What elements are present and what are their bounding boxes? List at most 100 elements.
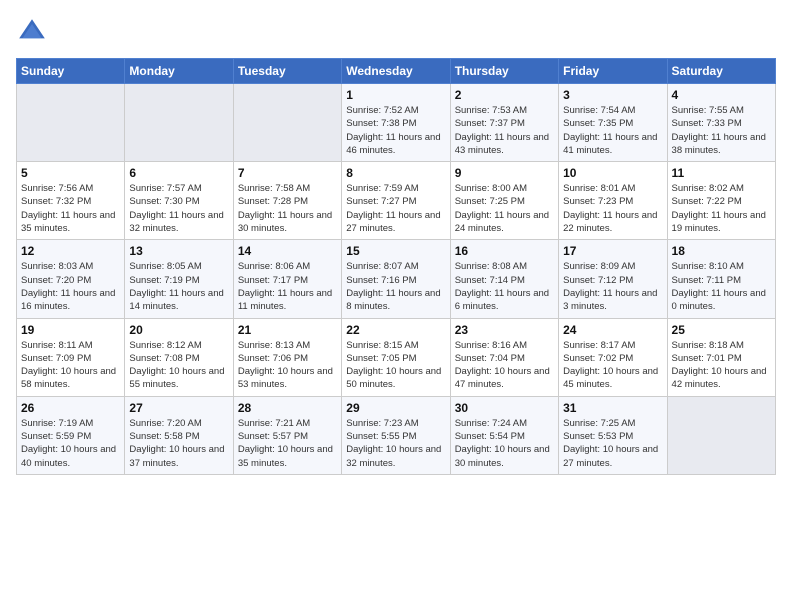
day-number: 18 [672, 244, 771, 258]
day-info: Sunrise: 7:25 AMSunset: 5:53 PMDaylight:… [563, 417, 662, 470]
logo-icon [16, 16, 48, 48]
weekday-header-sunday: Sunday [17, 59, 125, 84]
week-row-2: 5 Sunrise: 7:56 AMSunset: 7:32 PMDaylight… [17, 162, 776, 240]
day-number: 3 [563, 88, 662, 102]
calendar-cell: 4 Sunrise: 7:55 AMSunset: 7:33 PMDaylight… [667, 84, 775, 162]
calendar-cell: 30 Sunrise: 7:24 AMSunset: 5:54 PMDayligh… [450, 396, 558, 474]
day-number: 23 [455, 323, 554, 337]
calendar-cell: 16 Sunrise: 8:08 AMSunset: 7:14 PMDayligh… [450, 240, 558, 318]
day-number: 27 [129, 401, 228, 415]
day-info: Sunrise: 7:20 AMSunset: 5:58 PMDaylight:… [129, 417, 228, 470]
day-number: 30 [455, 401, 554, 415]
week-row-3: 12 Sunrise: 8:03 AMSunset: 7:20 PMDayligh… [17, 240, 776, 318]
day-number: 8 [346, 166, 445, 180]
weekday-header-monday: Monday [125, 59, 233, 84]
day-number: 13 [129, 244, 228, 258]
day-info: Sunrise: 7:23 AMSunset: 5:55 PMDaylight:… [346, 417, 445, 470]
day-info: Sunrise: 8:03 AMSunset: 7:20 PMDaylight:… [21, 260, 120, 313]
day-info: Sunrise: 7:19 AMSunset: 5:59 PMDaylight:… [21, 417, 120, 470]
day-number: 20 [129, 323, 228, 337]
calendar-cell: 3 Sunrise: 7:54 AMSunset: 7:35 PMDaylight… [559, 84, 667, 162]
day-number: 24 [563, 323, 662, 337]
calendar-cell: 15Sunrise: 8:07 AMSunset: 7:16 PMDayligh… [342, 240, 450, 318]
calendar-cell: 28 Sunrise: 7:21 AMSunset: 5:57 PMDayligh… [233, 396, 341, 474]
calendar-cell: 29 Sunrise: 7:23 AMSunset: 5:55 PMDayligh… [342, 396, 450, 474]
calendar-cell: 12 Sunrise: 8:03 AMSunset: 7:20 PMDayligh… [17, 240, 125, 318]
weekday-header-thursday: Thursday [450, 59, 558, 84]
day-number: 12 [21, 244, 120, 258]
day-info: Sunrise: 8:01 AMSunset: 7:23 PMDaylight:… [563, 182, 662, 235]
day-info: Sunrise: 7:55 AMSunset: 7:33 PMDaylight:… [672, 104, 771, 157]
calendar-cell: 1 Sunrise: 7:52 AMSunset: 7:38 PMDaylight… [342, 84, 450, 162]
day-number: 2 [455, 88, 554, 102]
calendar-cell: 13Sunrise: 8:05 AMSunset: 7:19 PMDayligh… [125, 240, 233, 318]
day-number: 11 [672, 166, 771, 180]
logo [16, 16, 52, 48]
day-info: Sunrise: 8:07 AMSunset: 7:16 PMDaylight:… [346, 260, 445, 313]
weekday-header-friday: Friday [559, 59, 667, 84]
calendar-cell: 18 Sunrise: 8:10 AMSunset: 7:11 PMDayligh… [667, 240, 775, 318]
day-number: 14 [238, 244, 337, 258]
weekday-header-row: SundayMondayTuesdayWednesdayThursdayFrid… [17, 59, 776, 84]
day-number: 21 [238, 323, 337, 337]
weekday-header-wednesday: Wednesday [342, 59, 450, 84]
calendar-cell: 21 Sunrise: 8:13 AMSunset: 7:06 PMDayligh… [233, 318, 341, 396]
calendar-cell: 24 Sunrise: 8:17 AMSunset: 7:02 PMDayligh… [559, 318, 667, 396]
day-number: 6 [129, 166, 228, 180]
day-info: Sunrise: 8:16 AMSunset: 7:04 PMDaylight:… [455, 339, 554, 392]
day-number: 19 [21, 323, 120, 337]
day-info: Sunrise: 8:11 AMSunset: 7:09 PMDaylight:… [21, 339, 120, 392]
day-number: 26 [21, 401, 120, 415]
day-info: Sunrise: 8:06 AMSunset: 7:17 PMDaylight:… [238, 260, 337, 313]
calendar-cell: 25 Sunrise: 8:18 AMSunset: 7:01 PMDayligh… [667, 318, 775, 396]
day-info: Sunrise: 8:10 AMSunset: 7:11 PMDaylight:… [672, 260, 771, 313]
day-info: Sunrise: 8:00 AMSunset: 7:25 PMDaylight:… [455, 182, 554, 235]
calendar-cell: 31Sunrise: 7:25 AMSunset: 5:53 PMDayligh… [559, 396, 667, 474]
calendar-cell: 9 Sunrise: 8:00 AMSunset: 7:25 PMDaylight… [450, 162, 558, 240]
week-row-4: 19 Sunrise: 8:11 AMSunset: 7:09 PMDayligh… [17, 318, 776, 396]
calendar-cell: 8 Sunrise: 7:59 AMSunset: 7:27 PMDaylight… [342, 162, 450, 240]
day-info: Sunrise: 7:52 AMSunset: 7:38 PMDaylight:… [346, 104, 445, 157]
calendar-cell: 17Sunrise: 8:09 AMSunset: 7:12 PMDayligh… [559, 240, 667, 318]
calendar-cell: 10 Sunrise: 8:01 AMSunset: 7:23 PMDayligh… [559, 162, 667, 240]
day-info: Sunrise: 7:53 AMSunset: 7:37 PMDaylight:… [455, 104, 554, 157]
day-number: 28 [238, 401, 337, 415]
day-info: Sunrise: 7:57 AMSunset: 7:30 PMDaylight:… [129, 182, 228, 235]
calendar-cell [125, 84, 233, 162]
day-number: 7 [238, 166, 337, 180]
day-info: Sunrise: 7:54 AMSunset: 7:35 PMDaylight:… [563, 104, 662, 157]
day-info: Sunrise: 7:56 AMSunset: 7:32 PMDaylight:… [21, 182, 120, 235]
day-info: Sunrise: 8:17 AMSunset: 7:02 PMDaylight:… [563, 339, 662, 392]
calendar-cell: 2 Sunrise: 7:53 AMSunset: 7:37 PMDaylight… [450, 84, 558, 162]
calendar-cell: 19 Sunrise: 8:11 AMSunset: 7:09 PMDayligh… [17, 318, 125, 396]
day-info: Sunrise: 8:08 AMSunset: 7:14 PMDaylight:… [455, 260, 554, 313]
calendar-cell: 6 Sunrise: 7:57 AMSunset: 7:30 PMDaylight… [125, 162, 233, 240]
day-info: Sunrise: 7:58 AMSunset: 7:28 PMDaylight:… [238, 182, 337, 235]
calendar-cell: 20Sunrise: 8:12 AMSunset: 7:08 PMDayligh… [125, 318, 233, 396]
calendar-table: SundayMondayTuesdayWednesdayThursdayFrid… [16, 58, 776, 475]
calendar-cell: 22Sunrise: 8:15 AMSunset: 7:05 PMDayligh… [342, 318, 450, 396]
calendar-cell: 26 Sunrise: 7:19 AMSunset: 5:59 PMDayligh… [17, 396, 125, 474]
calendar-cell: 11Sunrise: 8:02 AMSunset: 7:22 PMDayligh… [667, 162, 775, 240]
day-number: 1 [346, 88, 445, 102]
calendar-cell [17, 84, 125, 162]
day-info: Sunrise: 8:18 AMSunset: 7:01 PMDaylight:… [672, 339, 771, 392]
day-info: Sunrise: 7:24 AMSunset: 5:54 PMDaylight:… [455, 417, 554, 470]
day-number: 5 [21, 166, 120, 180]
day-info: Sunrise: 8:13 AMSunset: 7:06 PMDaylight:… [238, 339, 337, 392]
day-number: 29 [346, 401, 445, 415]
day-info: Sunrise: 8:15 AMSunset: 7:05 PMDaylight:… [346, 339, 445, 392]
day-number: 25 [672, 323, 771, 337]
calendar-cell: 7 Sunrise: 7:58 AMSunset: 7:28 PMDaylight… [233, 162, 341, 240]
week-row-1: 1 Sunrise: 7:52 AMSunset: 7:38 PMDaylight… [17, 84, 776, 162]
week-row-5: 26 Sunrise: 7:19 AMSunset: 5:59 PMDayligh… [17, 396, 776, 474]
day-number: 4 [672, 88, 771, 102]
day-info: Sunrise: 7:21 AMSunset: 5:57 PMDaylight:… [238, 417, 337, 470]
day-info: Sunrise: 7:59 AMSunset: 7:27 PMDaylight:… [346, 182, 445, 235]
day-number: 9 [455, 166, 554, 180]
day-number: 16 [455, 244, 554, 258]
day-number: 17 [563, 244, 662, 258]
weekday-header-saturday: Saturday [667, 59, 775, 84]
calendar-cell [667, 396, 775, 474]
day-number: 10 [563, 166, 662, 180]
